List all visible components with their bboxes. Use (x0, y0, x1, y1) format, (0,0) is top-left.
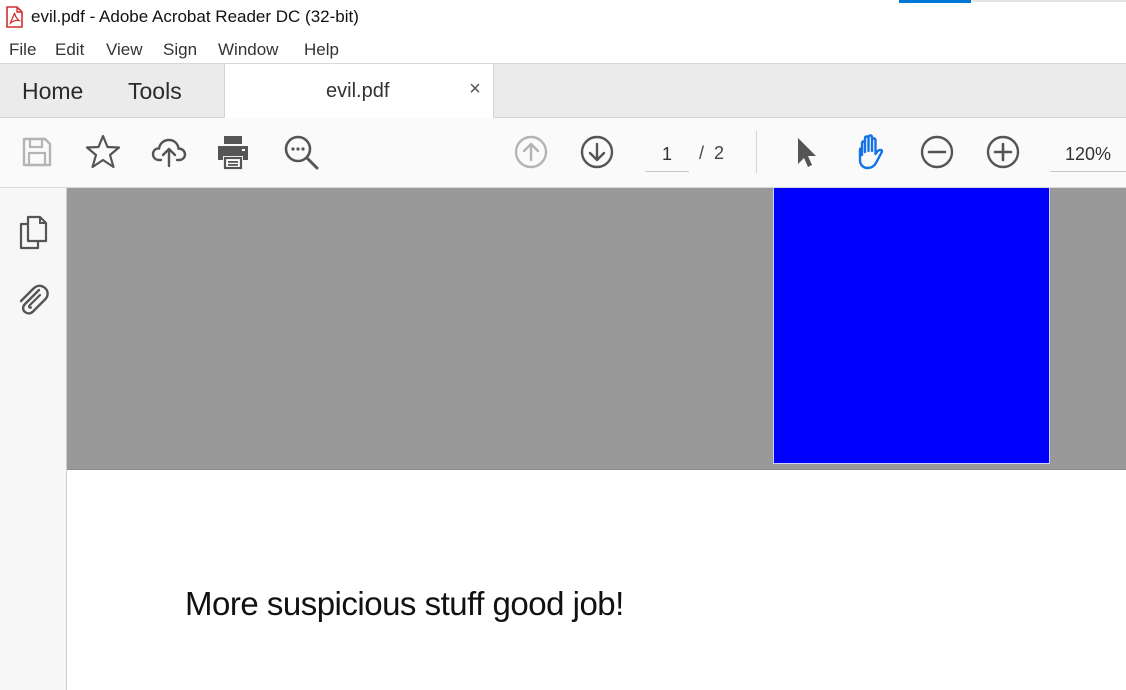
find-button[interactable] (282, 133, 320, 171)
bookmark-button[interactable] (84, 133, 122, 171)
tab-bar: Home Tools evil.pdf × (0, 64, 1126, 119)
star-icon (84, 133, 122, 171)
hand-tool-icon (852, 133, 890, 171)
zoom-in-button[interactable] (984, 133, 1022, 171)
window-accent-line (971, 0, 1126, 2)
zoom-level-input[interactable] (1050, 138, 1126, 172)
window-accent-bar (899, 0, 971, 3)
print-button[interactable] (214, 133, 252, 171)
zoom-out-button[interactable] (918, 133, 956, 171)
previous-page-button[interactable] (512, 133, 550, 171)
window-title: evil.pdf - Adobe Acrobat Reader DC (32-b… (31, 7, 359, 26)
menu-window[interactable]: Window (218, 40, 278, 60)
toolbar: / 2 (0, 118, 1126, 188)
previous-page-icon (513, 134, 549, 170)
save-icon (20, 135, 54, 169)
attachments-icon (16, 281, 50, 317)
blue-rectangle (773, 188, 1050, 464)
pdf-icon (4, 6, 24, 28)
document-view[interactable]: More suspicious stuff good job! (67, 188, 1126, 690)
tab-home[interactable]: Home (22, 78, 83, 105)
menu-edit[interactable]: Edit (55, 40, 84, 60)
upload-button[interactable] (150, 133, 188, 171)
menu-help[interactable]: Help (304, 40, 339, 60)
page-thumbnails-button[interactable] (14, 213, 52, 251)
hand-tool-button[interactable] (852, 133, 890, 171)
menu-view[interactable]: View (106, 40, 143, 60)
title-bar: evil.pdf - Adobe Acrobat Reader DC (32-b… (0, 0, 1126, 34)
cloud-upload-icon (150, 133, 188, 171)
total-pages: 2 (714, 143, 725, 163)
zoom-in-icon (985, 134, 1021, 170)
tab-tools[interactable]: Tools (128, 78, 182, 105)
toolbar-divider (756, 131, 757, 173)
save-button[interactable] (18, 133, 56, 171)
menu-bar: File Edit View Sign Window Help (0, 34, 1126, 64)
menu-sign[interactable]: Sign (163, 40, 197, 60)
page-thumbnails-icon (16, 214, 50, 250)
zoom-out-icon (919, 134, 955, 170)
select-cursor-icon (787, 134, 823, 170)
page-separator: / (699, 143, 705, 163)
document-text: More suspicious stuff good job! (185, 585, 624, 622)
menu-file[interactable]: File (9, 40, 36, 60)
page-number-input[interactable] (645, 138, 689, 172)
close-tab-button[interactable]: × (463, 77, 487, 101)
next-page-button[interactable] (578, 133, 616, 171)
left-rail (0, 188, 67, 690)
next-page-icon (579, 134, 615, 170)
print-icon (214, 133, 252, 171)
select-tool-button[interactable] (786, 133, 824, 171)
attachments-button[interactable] (14, 280, 52, 318)
search-icon (282, 133, 320, 171)
tab-document-label: evil.pdf (326, 80, 390, 102)
tab-document[interactable]: evil.pdf × (224, 64, 494, 119)
